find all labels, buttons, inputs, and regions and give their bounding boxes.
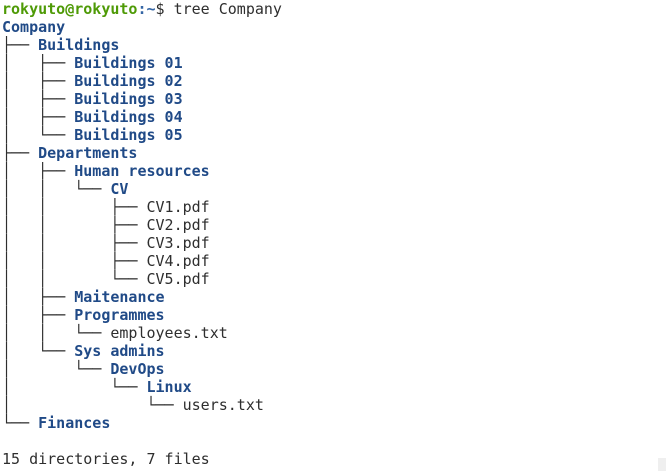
tree-branch-glyph: │ │ └── — [2, 270, 147, 288]
tree-branch-glyph: │ ├── — [2, 90, 75, 108]
tree-branch-glyph: │ │ ├── — [2, 198, 147, 216]
tree-directory-line: │ └── DevOps — [2, 360, 666, 378]
tree-file-line: │ │ ├── CV4.pdf — [2, 252, 666, 270]
directory-name: Human resources — [74, 162, 210, 180]
directory-name: CV — [110, 180, 129, 198]
tree-summary: 15 directories, 7 files — [2, 450, 210, 468]
tree-branch-glyph: │ ├── — [2, 72, 75, 90]
directory-name: DevOps — [110, 360, 165, 378]
tree-directory-line: │ ├── Buildings 01 — [2, 54, 666, 72]
tree-directory-line: │ │ └── CV — [2, 180, 666, 198]
tree-branch-glyph: │ ├── — [2, 306, 75, 324]
tree-branch-glyph: │ │ ├── — [2, 252, 147, 270]
directory-name: Finances — [38, 414, 111, 432]
directory-name: Buildings 05 — [74, 126, 183, 144]
tree-file-line: │ │ └── employees.txt — [2, 324, 666, 342]
tree-branch-glyph: └── — [2, 414, 39, 432]
tree-directory-line: │ ├── Programmes — [2, 306, 666, 324]
tree-branch-glyph: │ └── — [2, 396, 183, 414]
directory-name: Buildings 04 — [74, 108, 183, 126]
tree-output: ├── Buildings │ ├── Buildings 01 │ ├── Bui… — [2, 36, 666, 432]
tree-branch-glyph: │ ├── — [2, 108, 75, 126]
directory-name: Buildings — [38, 36, 120, 54]
file-name: employees.txt — [110, 324, 228, 342]
tree-directory-line: │ └── Buildings 05 — [2, 126, 666, 144]
tree-directory-line: │ ├── Human resources — [2, 162, 666, 180]
tree-branch-glyph: │ │ └── — [2, 180, 111, 198]
tree-branch-glyph: ├── — [2, 144, 39, 162]
directory-name: Linux — [146, 378, 192, 396]
tree-branch-glyph: │ ├── — [2, 162, 75, 180]
tree-directory-line: └── Finances — [2, 414, 666, 432]
tree-branch-glyph: │ ├── — [2, 288, 75, 306]
file-name: users.txt — [182, 396, 264, 414]
tree-branch-glyph: │ │ ├── — [2, 234, 147, 252]
directory-name: Departments — [38, 144, 138, 162]
tree-directory-line: │ └── Sys admins — [2, 342, 666, 360]
tree-branch-glyph: ├── — [2, 36, 39, 54]
directory-name: Buildings 01 — [74, 54, 183, 72]
tree-directory-line: ├── Buildings — [2, 36, 666, 54]
tree-directory-line: │ ├── Maitenance — [2, 288, 666, 306]
tree-file-line: │ └── users.txt — [2, 396, 666, 414]
file-name: CV5.pdf — [146, 270, 210, 288]
prompt-user-host: rokyuto@rokyuto — [2, 0, 138, 18]
prompt-symbol: $ — [155, 0, 174, 18]
prompt-path: :~ — [137, 0, 156, 18]
tree-root: Company — [2, 18, 66, 36]
tree-file-line: │ │ ├── CV1.pdf — [2, 198, 666, 216]
tree-directory-line: │ ├── Buildings 03 — [2, 90, 666, 108]
file-name: CV3.pdf — [146, 234, 210, 252]
tree-branch-glyph: │ └── — [2, 126, 75, 144]
file-name: CV1.pdf — [146, 198, 210, 216]
tree-branch-glyph: │ ├── — [2, 54, 75, 72]
tree-branch-glyph: │ │ └── — [2, 324, 111, 342]
command-prompt-line: rokyuto@rokyuto:~$ tree Company — [2, 0, 666, 18]
tree-branch-glyph: │ └── — [2, 378, 147, 396]
tree-file-line: │ │ ├── CV2.pdf — [2, 216, 666, 234]
tree-directory-line: │ ├── Buildings 04 — [2, 108, 666, 126]
tree-branch-glyph: │ └── — [2, 342, 75, 360]
command-text: tree Company — [173, 0, 282, 18]
terminal-window[interactable]: rokyuto@rokyuto:~$ tree Company Company … — [2, 0, 666, 471]
tree-directory-line: │ ├── Buildings 02 — [2, 72, 666, 90]
file-name: CV4.pdf — [146, 252, 210, 270]
file-name: CV2.pdf — [146, 216, 210, 234]
terminal-cursor — [658, 458, 666, 471]
tree-directory-line: │ └── Linux — [2, 378, 666, 396]
directory-name: Programmes — [74, 306, 165, 324]
tree-directory-line: ├── Departments — [2, 144, 666, 162]
tree-branch-glyph: │ │ ├── — [2, 216, 147, 234]
directory-name: Maitenance — [74, 288, 165, 306]
tree-file-line: │ │ ├── CV3.pdf — [2, 234, 666, 252]
directory-name: Buildings 02 — [74, 72, 183, 90]
directory-name: Buildings 03 — [74, 90, 183, 108]
tree-branch-glyph: │ └── — [2, 360, 111, 378]
tree-file-line: │ │ └── CV5.pdf — [2, 270, 666, 288]
directory-name: Sys admins — [74, 342, 165, 360]
